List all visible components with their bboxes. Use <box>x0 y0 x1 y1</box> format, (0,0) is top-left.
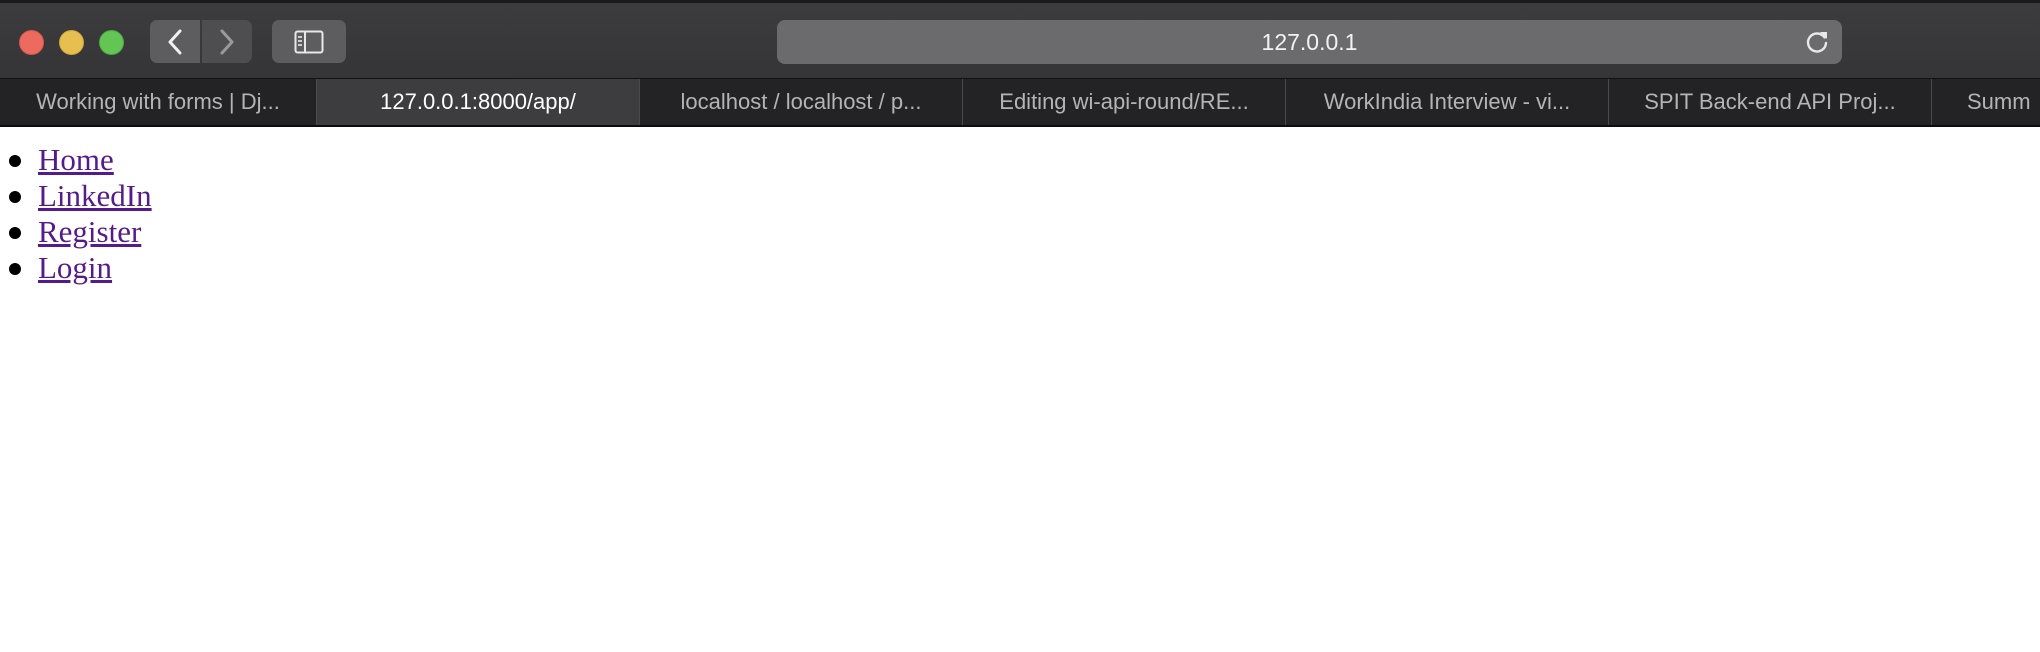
tab-label: WorkIndia Interview - vi... <box>1323 89 1571 114</box>
tab-label: Editing wi-api-round/RE... <box>999 89 1249 114</box>
register-link[interactable]: Register <box>38 214 141 249</box>
tab-label: 127.0.0.1:8000/app/ <box>380 89 576 114</box>
linkedin-link[interactable]: LinkedIn <box>38 178 152 213</box>
browser-window: 127.0.0.1 Working with forms | Dj... 127… <box>0 0 2040 652</box>
tab-label: localhost / localhost / p... <box>680 89 922 114</box>
bullet-icon <box>9 155 21 167</box>
tab-label: Working with forms | Dj... <box>36 89 280 114</box>
nav-link-list: Home LinkedIn Register Login <box>0 142 152 286</box>
tab-bar: Working with forms | Dj... 127.0.0.1:800… <box>0 78 2040 127</box>
address-url[interactable]: 127.0.0.1 <box>777 20 1842 64</box>
sidebar-toggle-button[interactable] <box>272 20 346 63</box>
bullet-icon <box>9 227 21 239</box>
close-window-button[interactable] <box>19 30 44 55</box>
login-link[interactable]: Login <box>38 250 112 285</box>
tab-app-active[interactable]: 127.0.0.1:8000/app/ <box>317 79 640 125</box>
maximize-window-button[interactable] <box>99 30 124 55</box>
home-link[interactable]: Home <box>38 142 114 177</box>
chevron-left-icon <box>168 29 182 54</box>
chevron-right-icon <box>220 29 234 54</box>
list-item: Register <box>0 214 152 250</box>
list-item: Home <box>0 142 152 178</box>
bullet-icon <box>9 263 21 275</box>
list-item: Login <box>0 250 152 286</box>
forward-button[interactable] <box>202 20 252 63</box>
bullet-icon <box>9 191 21 203</box>
sidebar-icon <box>294 30 324 53</box>
tab-workindia-interview[interactable]: WorkIndia Interview - vi... <box>1286 79 1609 125</box>
address-bar[interactable]: 127.0.0.1 <box>777 20 1842 64</box>
browser-toolbar: 127.0.0.1 <box>0 0 2040 78</box>
tab-editing-readme[interactable]: Editing wi-api-round/RE... <box>963 79 1286 125</box>
reload-icon[interactable] <box>1804 29 1830 55</box>
minimize-window-button[interactable] <box>59 30 84 55</box>
back-button[interactable] <box>150 20 200 63</box>
list-item: LinkedIn <box>0 178 152 214</box>
page-content: Home LinkedIn Register Login <box>0 127 2040 652</box>
tab-working-with-forms[interactable]: Working with forms | Dj... <box>0 79 317 125</box>
tab-label: SPIT Back-end API Proj... <box>1644 89 1896 114</box>
tab-spit-backend[interactable]: SPIT Back-end API Proj... <box>1609 79 1932 125</box>
tab-localhost[interactable]: localhost / localhost / p... <box>640 79 963 125</box>
tab-label: Summ <box>1967 89 2031 114</box>
tab-summ[interactable]: Summ <box>1932 79 2040 125</box>
navigation-buttons <box>150 20 252 63</box>
